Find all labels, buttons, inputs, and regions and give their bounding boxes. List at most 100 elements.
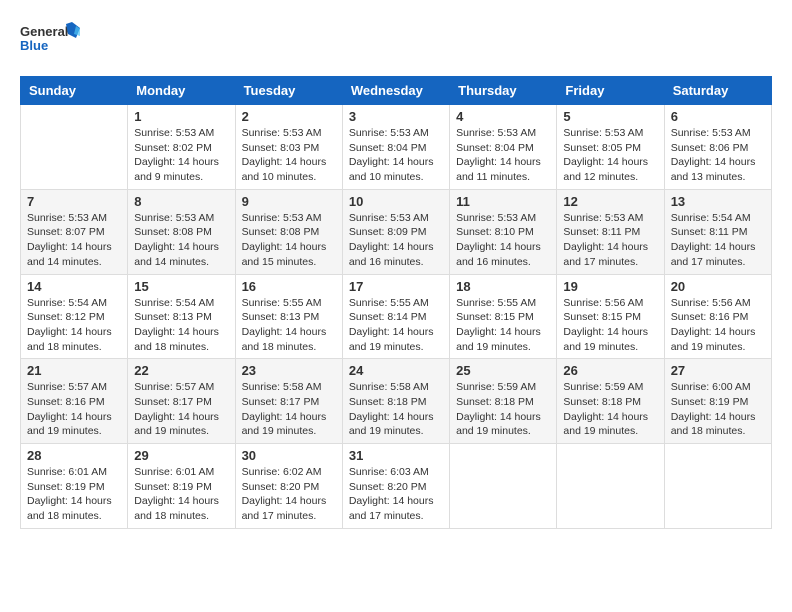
calendar-cell: 3 Sunrise: 5:53 AM Sunset: 8:04 PM Daylig… <box>342 105 449 190</box>
day-number: 24 <box>349 363 443 378</box>
calendar-cell <box>557 444 664 529</box>
calendar-cell: 12 Sunrise: 5:53 AM Sunset: 8:11 PM Dayli… <box>557 189 664 274</box>
calendar-cell: 26 Sunrise: 5:59 AM Sunset: 8:18 PM Dayli… <box>557 359 664 444</box>
day-info: Sunrise: 5:53 AM Sunset: 8:06 PM Dayligh… <box>671 126 765 185</box>
day-info: Sunrise: 5:57 AM Sunset: 8:16 PM Dayligh… <box>27 380 121 439</box>
calendar-cell: 7Sunrise: 5:53 AM Sunset: 8:07 PM Daylig… <box>21 189 128 274</box>
calendar-week-5: 28 Sunrise: 6:01 AM Sunset: 8:19 PM Dayli… <box>21 444 772 529</box>
day-info: Sunrise: 5:53 AM Sunset: 8:03 PM Dayligh… <box>242 126 336 185</box>
calendar-cell: 8 Sunrise: 5:53 AM Sunset: 8:08 PM Daylig… <box>128 189 235 274</box>
calendar-cell: 10 Sunrise: 5:53 AM Sunset: 8:09 PM Dayli… <box>342 189 449 274</box>
calendar-week-1: 1 Sunrise: 5:53 AM Sunset: 8:02 PM Daylig… <box>21 105 772 190</box>
calendar-week-2: 7Sunrise: 5:53 AM Sunset: 8:07 PM Daylig… <box>21 189 772 274</box>
day-info: Sunrise: 5:53 AM Sunset: 8:11 PM Dayligh… <box>563 211 657 270</box>
calendar-cell: 1 Sunrise: 5:53 AM Sunset: 8:02 PM Daylig… <box>128 105 235 190</box>
day-info: Sunrise: 6:01 AM Sunset: 8:19 PM Dayligh… <box>27 465 121 524</box>
day-info: Sunrise: 5:53 AM Sunset: 8:02 PM Dayligh… <box>134 126 228 185</box>
calendar-cell: 23Sunrise: 5:58 AM Sunset: 8:17 PM Dayli… <box>235 359 342 444</box>
header-friday: Friday <box>557 77 664 105</box>
day-number: 18 <box>456 279 550 294</box>
day-number: 31 <box>349 448 443 463</box>
calendar-cell: 9 Sunrise: 5:53 AM Sunset: 8:08 PM Daylig… <box>235 189 342 274</box>
calendar-cell: 20 Sunrise: 5:56 AM Sunset: 8:16 PM Dayli… <box>664 274 771 359</box>
calendar-cell: 4 Sunrise: 5:53 AM Sunset: 8:04 PM Daylig… <box>450 105 557 190</box>
day-number: 28 <box>27 448 121 463</box>
day-number: 25 <box>456 363 550 378</box>
day-info: Sunrise: 5:53 AM Sunset: 8:04 PM Dayligh… <box>456 126 550 185</box>
day-number: 12 <box>563 194 657 209</box>
day-info: Sunrise: 5:54 AM Sunset: 8:12 PM Dayligh… <box>27 296 121 355</box>
calendar-cell: 6 Sunrise: 5:53 AM Sunset: 8:06 PM Daylig… <box>664 105 771 190</box>
day-number: 13 <box>671 194 765 209</box>
day-number: 3 <box>349 109 443 124</box>
day-info: Sunrise: 5:54 AM Sunset: 8:11 PM Dayligh… <box>671 211 765 270</box>
day-number: 21 <box>27 363 121 378</box>
day-number: 10 <box>349 194 443 209</box>
day-info: Sunrise: 5:58 AM Sunset: 8:18 PM Dayligh… <box>349 380 443 439</box>
day-number: 20 <box>671 279 765 294</box>
day-number: 8 <box>134 194 228 209</box>
day-number: 19 <box>563 279 657 294</box>
day-info: Sunrise: 5:55 AM Sunset: 8:13 PM Dayligh… <box>242 296 336 355</box>
day-number: 6 <box>671 109 765 124</box>
day-info: Sunrise: 5:56 AM Sunset: 8:15 PM Dayligh… <box>563 296 657 355</box>
day-info: Sunrise: 6:02 AM Sunset: 8:20 PM Dayligh… <box>242 465 336 524</box>
calendar-header-row: SundayMondayTuesdayWednesdayThursdayFrid… <box>21 77 772 105</box>
day-info: Sunrise: 5:53 AM Sunset: 8:04 PM Dayligh… <box>349 126 443 185</box>
day-info: Sunrise: 5:54 AM Sunset: 8:13 PM Dayligh… <box>134 296 228 355</box>
day-number: 9 <box>242 194 336 209</box>
header: General Blue <box>20 20 772 60</box>
day-info: Sunrise: 5:59 AM Sunset: 8:18 PM Dayligh… <box>456 380 550 439</box>
day-number: 7 <box>27 194 121 209</box>
calendar-week-3: 14 Sunrise: 5:54 AM Sunset: 8:12 PM Dayli… <box>21 274 772 359</box>
calendar-cell <box>21 105 128 190</box>
day-info: Sunrise: 5:55 AM Sunset: 8:14 PM Dayligh… <box>349 296 443 355</box>
calendar-cell: 15 Sunrise: 5:54 AM Sunset: 8:13 PM Dayli… <box>128 274 235 359</box>
day-number: 16 <box>242 279 336 294</box>
day-info: Sunrise: 5:59 AM Sunset: 8:18 PM Dayligh… <box>563 380 657 439</box>
header-monday: Monday <box>128 77 235 105</box>
day-number: 26 <box>563 363 657 378</box>
day-number: 5 <box>563 109 657 124</box>
day-info: Sunrise: 5:53 AM Sunset: 8:09 PM Dayligh… <box>349 211 443 270</box>
calendar-cell: 24 Sunrise: 5:58 AM Sunset: 8:18 PM Dayli… <box>342 359 449 444</box>
day-number: 30 <box>242 448 336 463</box>
calendar-cell: 14 Sunrise: 5:54 AM Sunset: 8:12 PM Dayli… <box>21 274 128 359</box>
day-info: Sunrise: 5:53 AM Sunset: 8:08 PM Dayligh… <box>134 211 228 270</box>
day-info: Sunrise: 5:55 AM Sunset: 8:15 PM Dayligh… <box>456 296 550 355</box>
day-number: 14 <box>27 279 121 294</box>
day-number: 1 <box>134 109 228 124</box>
day-number: 27 <box>671 363 765 378</box>
calendar-cell: 18 Sunrise: 5:55 AM Sunset: 8:15 PM Dayli… <box>450 274 557 359</box>
day-number: 4 <box>456 109 550 124</box>
day-info: Sunrise: 5:53 AM Sunset: 8:05 PM Dayligh… <box>563 126 657 185</box>
logo: General Blue <box>20 20 80 60</box>
day-info: Sunrise: 6:00 AM Sunset: 8:19 PM Dayligh… <box>671 380 765 439</box>
calendar-cell: 31 Sunrise: 6:03 AM Sunset: 8:20 PM Dayli… <box>342 444 449 529</box>
calendar-cell: 29Sunrise: 6:01 AM Sunset: 8:19 PM Dayli… <box>128 444 235 529</box>
calendar-table: SundayMondayTuesdayWednesdayThursdayFrid… <box>20 76 772 529</box>
day-number: 29 <box>134 448 228 463</box>
calendar-cell: 28 Sunrise: 6:01 AM Sunset: 8:19 PM Dayli… <box>21 444 128 529</box>
day-number: 2 <box>242 109 336 124</box>
header-wednesday: Wednesday <box>342 77 449 105</box>
calendar-cell: 21 Sunrise: 5:57 AM Sunset: 8:16 PM Dayli… <box>21 359 128 444</box>
calendar-cell: 5 Sunrise: 5:53 AM Sunset: 8:05 PM Daylig… <box>557 105 664 190</box>
calendar-cell: 27 Sunrise: 6:00 AM Sunset: 8:19 PM Dayli… <box>664 359 771 444</box>
day-number: 15 <box>134 279 228 294</box>
calendar-cell: 13 Sunrise: 5:54 AM Sunset: 8:11 PM Dayli… <box>664 189 771 274</box>
day-info: Sunrise: 6:03 AM Sunset: 8:20 PM Dayligh… <box>349 465 443 524</box>
header-saturday: Saturday <box>664 77 771 105</box>
calendar-cell: 17 Sunrise: 5:55 AM Sunset: 8:14 PM Dayli… <box>342 274 449 359</box>
calendar-cell: 30 Sunrise: 6:02 AM Sunset: 8:20 PM Dayli… <box>235 444 342 529</box>
header-thursday: Thursday <box>450 77 557 105</box>
day-info: Sunrise: 5:56 AM Sunset: 8:16 PM Dayligh… <box>671 296 765 355</box>
svg-text:Blue: Blue <box>20 38 48 53</box>
calendar-cell: 22Sunrise: 5:57 AM Sunset: 8:17 PM Dayli… <box>128 359 235 444</box>
day-number: 17 <box>349 279 443 294</box>
day-number: 22 <box>134 363 228 378</box>
calendar-week-4: 21 Sunrise: 5:57 AM Sunset: 8:16 PM Dayli… <box>21 359 772 444</box>
calendar-cell: 11Sunrise: 5:53 AM Sunset: 8:10 PM Dayli… <box>450 189 557 274</box>
day-info: Sunrise: 5:53 AM Sunset: 8:08 PM Dayligh… <box>242 211 336 270</box>
calendar-cell: 16 Sunrise: 5:55 AM Sunset: 8:13 PM Dayli… <box>235 274 342 359</box>
